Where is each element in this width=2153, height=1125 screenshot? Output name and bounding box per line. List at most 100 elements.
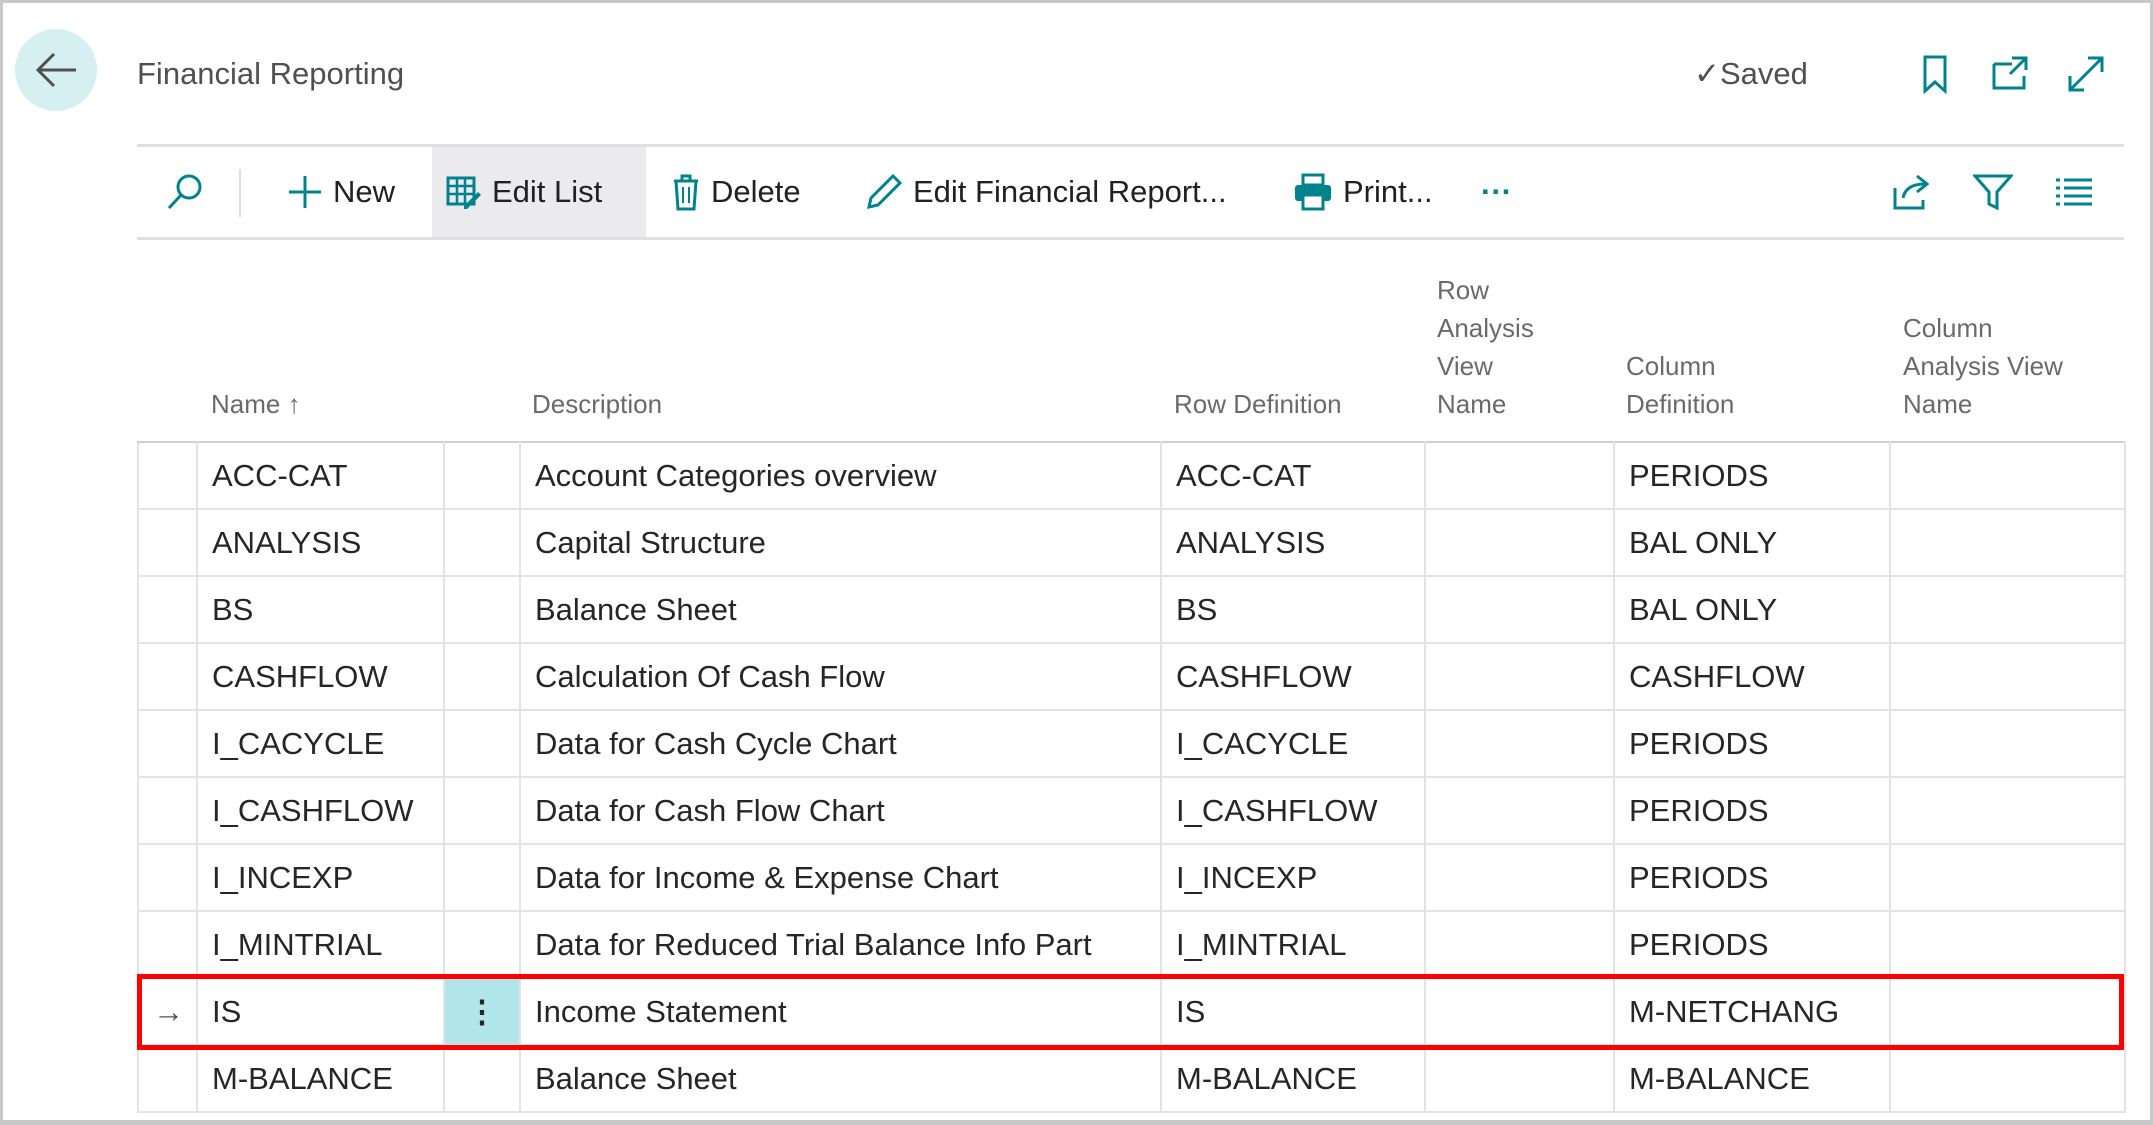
column-definition-cell: PERIODS bbox=[1613, 776, 1891, 845]
table-row[interactable]: I_MINTRIAL Data for Reduced Trial Balance… bbox=[137, 910, 2126, 979]
table-row[interactable]: M-BALANCE Balance Sheet M-BALANCE M-BALANCE bbox=[137, 1044, 2126, 1113]
row-actions-cell[interactable] bbox=[443, 843, 521, 912]
header-line: Definition bbox=[1626, 389, 1735, 419]
print-label: Print... bbox=[1343, 174, 1433, 209]
expand-icon[interactable] bbox=[2066, 54, 2106, 94]
row-analysis-view-cell bbox=[1424, 977, 1615, 1046]
row-indicator bbox=[137, 843, 198, 912]
row-actions-cell[interactable] bbox=[443, 642, 521, 711]
more-options-button[interactable]: ··· bbox=[1467, 147, 1526, 237]
financial-reports-table: ACC-CAT Account Categories overview ACC-CA… bbox=[137, 441, 2126, 1113]
row-actions-cell[interactable] bbox=[443, 441, 521, 510]
share-button[interactable] bbox=[1877, 147, 1945, 237]
row-actions-cell[interactable]: ⋮ bbox=[443, 977, 521, 1046]
delete-label: Delete bbox=[711, 174, 801, 209]
list-icon bbox=[2056, 178, 2092, 206]
column-analysis-view-cell bbox=[1889, 709, 2126, 778]
table-row[interactable]: I_INCEXP Data for Income & Expense Chart I… bbox=[137, 843, 2126, 912]
row-actions-cell[interactable] bbox=[443, 575, 521, 644]
row-analysis-view-cell bbox=[1424, 575, 1615, 644]
table-row[interactable]: ANALYSIS Capital Structure ANALYSIS BAL ONL… bbox=[137, 508, 2126, 577]
row-definition-cell: CASHFLOW bbox=[1160, 642, 1426, 711]
description-cell: Data for Cash Cycle Chart bbox=[519, 709, 1162, 778]
edit-list-icon bbox=[446, 176, 481, 209]
name-cell[interactable]: BS bbox=[196, 575, 445, 644]
edit-financial-report-label: Edit Financial Report... bbox=[913, 174, 1227, 209]
row-actions-cell[interactable] bbox=[443, 709, 521, 778]
row-indicator bbox=[137, 776, 198, 845]
printer-icon bbox=[1295, 173, 1331, 211]
column-header-row-analysis-view-name[interactable]: Row Analysis View Name bbox=[1437, 271, 1534, 423]
name-cell[interactable]: I_CACYCLE bbox=[196, 709, 445, 778]
column-analysis-view-cell bbox=[1889, 776, 2126, 845]
column-definition-cell: M-NETCHANG bbox=[1613, 977, 1891, 1046]
table-row[interactable]: CASHFLOW Calculation Of Cash Flow CASHFLOW… bbox=[137, 642, 2126, 711]
column-definition-cell: PERIODS bbox=[1613, 441, 1891, 510]
column-header-description[interactable]: Description bbox=[532, 385, 662, 423]
name-cell[interactable]: IS bbox=[196, 977, 445, 1046]
row-indicator bbox=[137, 441, 198, 510]
column-definition-cell: PERIODS bbox=[1613, 843, 1891, 912]
table-row[interactable]: ACC-CAT Account Categories overview ACC-CA… bbox=[137, 441, 2126, 510]
name-cell[interactable]: ANALYSIS bbox=[196, 508, 445, 577]
row-indicator bbox=[137, 1044, 198, 1113]
column-header-column-definition[interactable]: Column Definition bbox=[1626, 347, 1734, 423]
name-cell[interactable]: I_MINTRIAL bbox=[196, 910, 445, 979]
new-label: New bbox=[333, 174, 396, 209]
edit-financial-report-button[interactable]: Edit Financial Report... bbox=[851, 147, 1241, 237]
plus-icon bbox=[289, 176, 321, 208]
page-title: Financial Reporting bbox=[137, 56, 405, 91]
name-cell[interactable]: I_INCEXP bbox=[196, 843, 445, 912]
row-actions-cell[interactable] bbox=[443, 776, 521, 845]
row-definition-cell: ACC-CAT bbox=[1160, 441, 1426, 510]
row-definition-cell: BS bbox=[1160, 575, 1426, 644]
search-button[interactable] bbox=[151, 147, 219, 237]
column-header-row-definition[interactable]: Row Definition bbox=[1174, 385, 1342, 423]
open-new-window-icon[interactable] bbox=[1990, 54, 2030, 94]
edit-list-button[interactable]: Edit List bbox=[432, 147, 646, 237]
toolbar-separator bbox=[239, 169, 241, 217]
bookmark-icon[interactable] bbox=[1915, 54, 1955, 94]
table-row[interactable]: I_CACYCLE Data for Cash Cycle Chart I_CACY… bbox=[137, 709, 2126, 778]
filter-button[interactable] bbox=[1959, 147, 2027, 237]
column-header-column-analysis-view-name[interactable]: Column Analysis View Name bbox=[1903, 309, 2063, 423]
new-button[interactable]: New bbox=[273, 147, 409, 237]
list-view-button[interactable] bbox=[2042, 147, 2106, 237]
back-button[interactable] bbox=[15, 29, 97, 111]
row-analysis-view-cell bbox=[1424, 642, 1615, 711]
row-analysis-view-cell bbox=[1424, 1044, 1615, 1113]
name-cell[interactable]: CASHFLOW bbox=[196, 642, 445, 711]
row-actions-cell[interactable] bbox=[443, 1044, 521, 1113]
column-analysis-view-cell bbox=[1889, 1044, 2126, 1113]
column-definition-cell: BAL ONLY bbox=[1613, 575, 1891, 644]
name-cell[interactable]: ACC-CAT bbox=[196, 441, 445, 510]
column-analysis-view-cell bbox=[1889, 843, 2126, 912]
description-cell: Income Statement bbox=[519, 977, 1162, 1046]
table-row[interactable]: → IS ⋮ Income Statement IS M-NETCHANG bbox=[137, 977, 2126, 1046]
delete-button[interactable]: Delete bbox=[657, 147, 815, 237]
header-line: Name bbox=[1437, 389, 1507, 419]
column-analysis-view-cell bbox=[1889, 441, 2126, 510]
column-definition-cell: PERIODS bbox=[1613, 910, 1891, 979]
row-analysis-view-cell bbox=[1424, 709, 1615, 778]
table-row[interactable]: BS Balance Sheet BS BAL ONLY bbox=[137, 575, 2126, 644]
row-indicator bbox=[137, 910, 198, 979]
name-cell[interactable]: I_CASHFLOW bbox=[196, 776, 445, 845]
header-line: Column bbox=[1626, 351, 1716, 381]
name-cell[interactable]: M-BALANCE bbox=[196, 1044, 445, 1113]
column-header-name[interactable]: Name ↑ bbox=[211, 385, 301, 423]
share-icon bbox=[1893, 174, 1930, 210]
row-analysis-view-cell bbox=[1424, 776, 1615, 845]
column-analysis-view-cell bbox=[1889, 575, 2126, 644]
description-cell: Calculation Of Cash Flow bbox=[519, 642, 1162, 711]
header-line: Column bbox=[1903, 313, 1993, 343]
print-button[interactable]: Print... bbox=[1279, 147, 1447, 237]
row-actions-cell[interactable] bbox=[443, 910, 521, 979]
header-line: Analysis View bbox=[1903, 351, 2063, 381]
trash-icon bbox=[674, 174, 698, 211]
description-cell: Account Categories overview bbox=[519, 441, 1162, 510]
row-indicator: → bbox=[137, 977, 198, 1046]
row-actions-cell[interactable] bbox=[443, 508, 521, 577]
table-row[interactable]: I_CASHFLOW Data for Cash Flow Chart I_CASH… bbox=[137, 776, 2126, 845]
column-analysis-view-cell bbox=[1889, 508, 2126, 577]
